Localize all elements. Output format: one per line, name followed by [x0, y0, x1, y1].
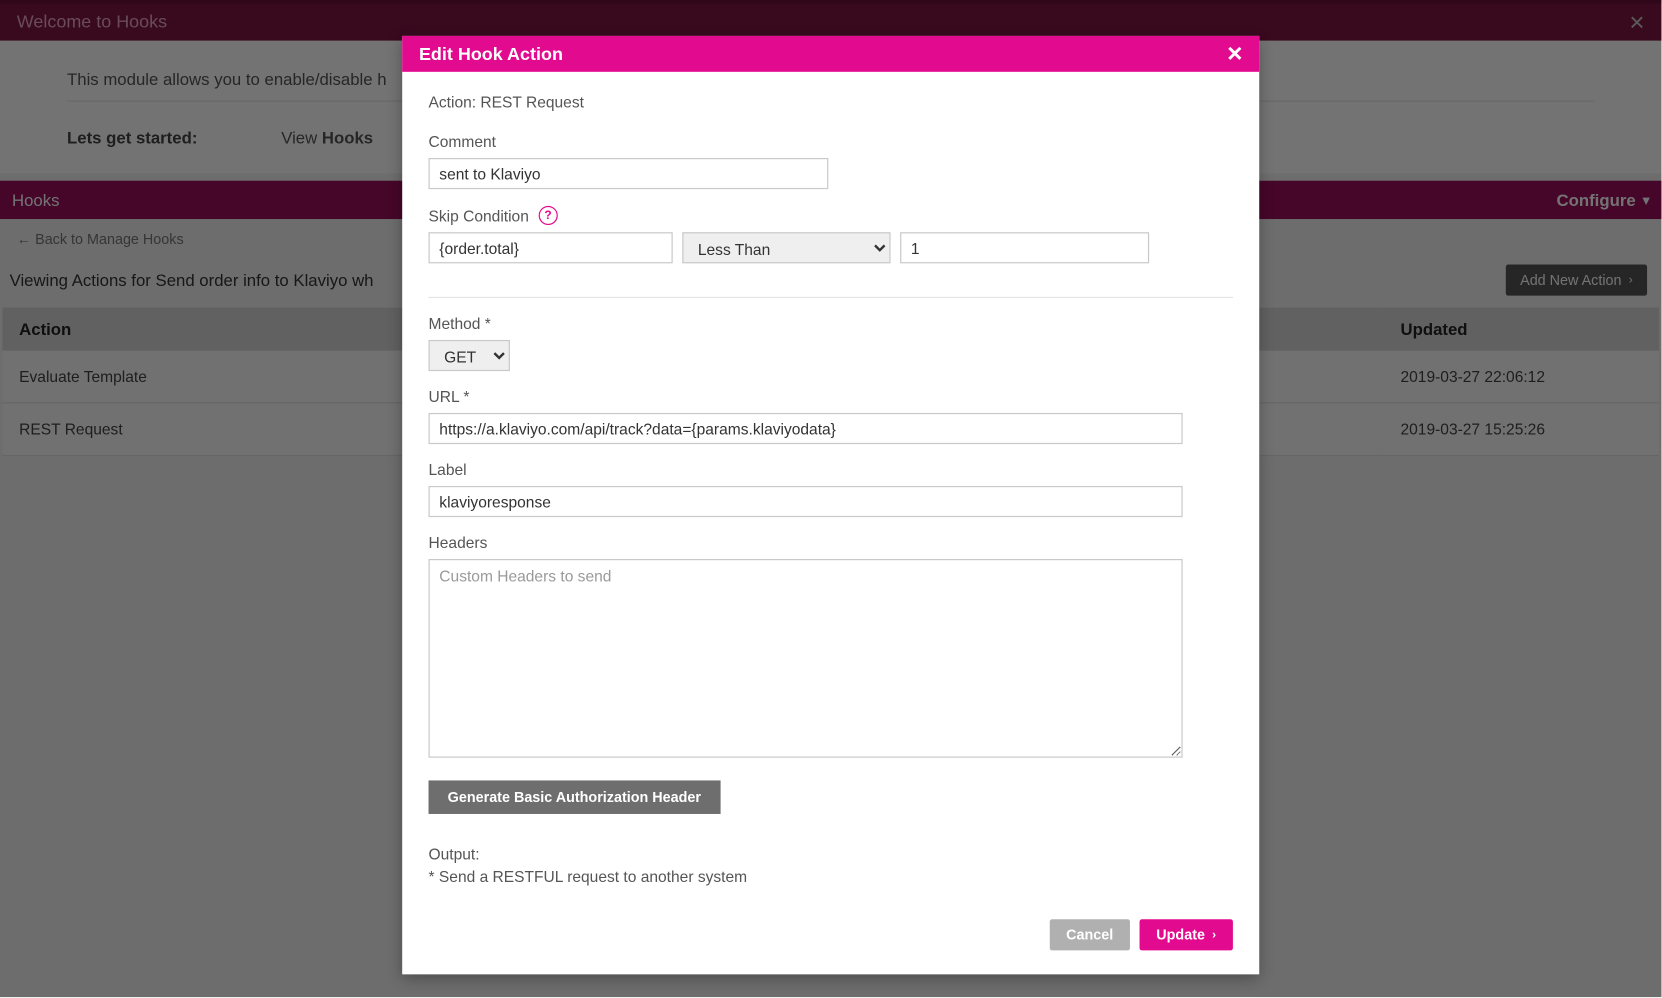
modal-header: Edit Hook Action × — [402, 36, 1259, 72]
label-field-label: Label — [429, 461, 1233, 479]
label-input[interactable] — [429, 486, 1183, 517]
update-button-label: Update — [1156, 926, 1205, 943]
generate-auth-header-button[interactable]: Generate Basic Authorization Header — [429, 780, 721, 814]
skip-condition-label: Skip Condition — [429, 206, 529, 224]
headers-textarea[interactable] — [429, 559, 1183, 758]
edit-hook-action-modal: Edit Hook Action × Action: REST Request … — [402, 36, 1259, 974]
modal-body: Action: REST Request Comment Skip Condit… — [402, 72, 1259, 898]
modal-footer: Cancel Update › — [402, 898, 1259, 975]
help-icon[interactable]: ? — [538, 206, 557, 225]
divider — [429, 297, 1233, 298]
page-root: Welcome to Hooks × This module allows yo… — [0, 0, 1661, 997]
method-label: Method * — [429, 315, 1233, 333]
output-description: * Send a RESTFUL request to another syst… — [429, 868, 1233, 886]
url-label: URL * — [429, 388, 1233, 406]
close-icon[interactable]: × — [1227, 41, 1242, 67]
url-input[interactable] — [429, 413, 1183, 444]
cancel-button[interactable]: Cancel — [1049, 919, 1130, 950]
action-type-line: Action: REST Request — [429, 93, 1233, 111]
chevron-right-icon: › — [1212, 928, 1216, 941]
skip-condition-label-row: Skip Condition ? — [429, 206, 1233, 225]
comment-input[interactable] — [429, 158, 829, 189]
headers-label: Headers — [429, 534, 1233, 552]
skip-condition-row: Less Than — [429, 232, 1233, 263]
output-block: Output: * Send a RESTFUL request to anot… — [429, 845, 1233, 886]
skip-value-input[interactable] — [900, 232, 1149, 263]
skip-field-input[interactable] — [429, 232, 673, 263]
output-label: Output: — [429, 845, 1233, 863]
method-select[interactable]: GET — [429, 340, 510, 371]
skip-operator-select[interactable]: Less Than — [682, 232, 890, 263]
modal-title: Edit Hook Action — [419, 44, 563, 64]
update-button[interactable]: Update › — [1140, 919, 1233, 950]
comment-label: Comment — [429, 133, 1233, 151]
